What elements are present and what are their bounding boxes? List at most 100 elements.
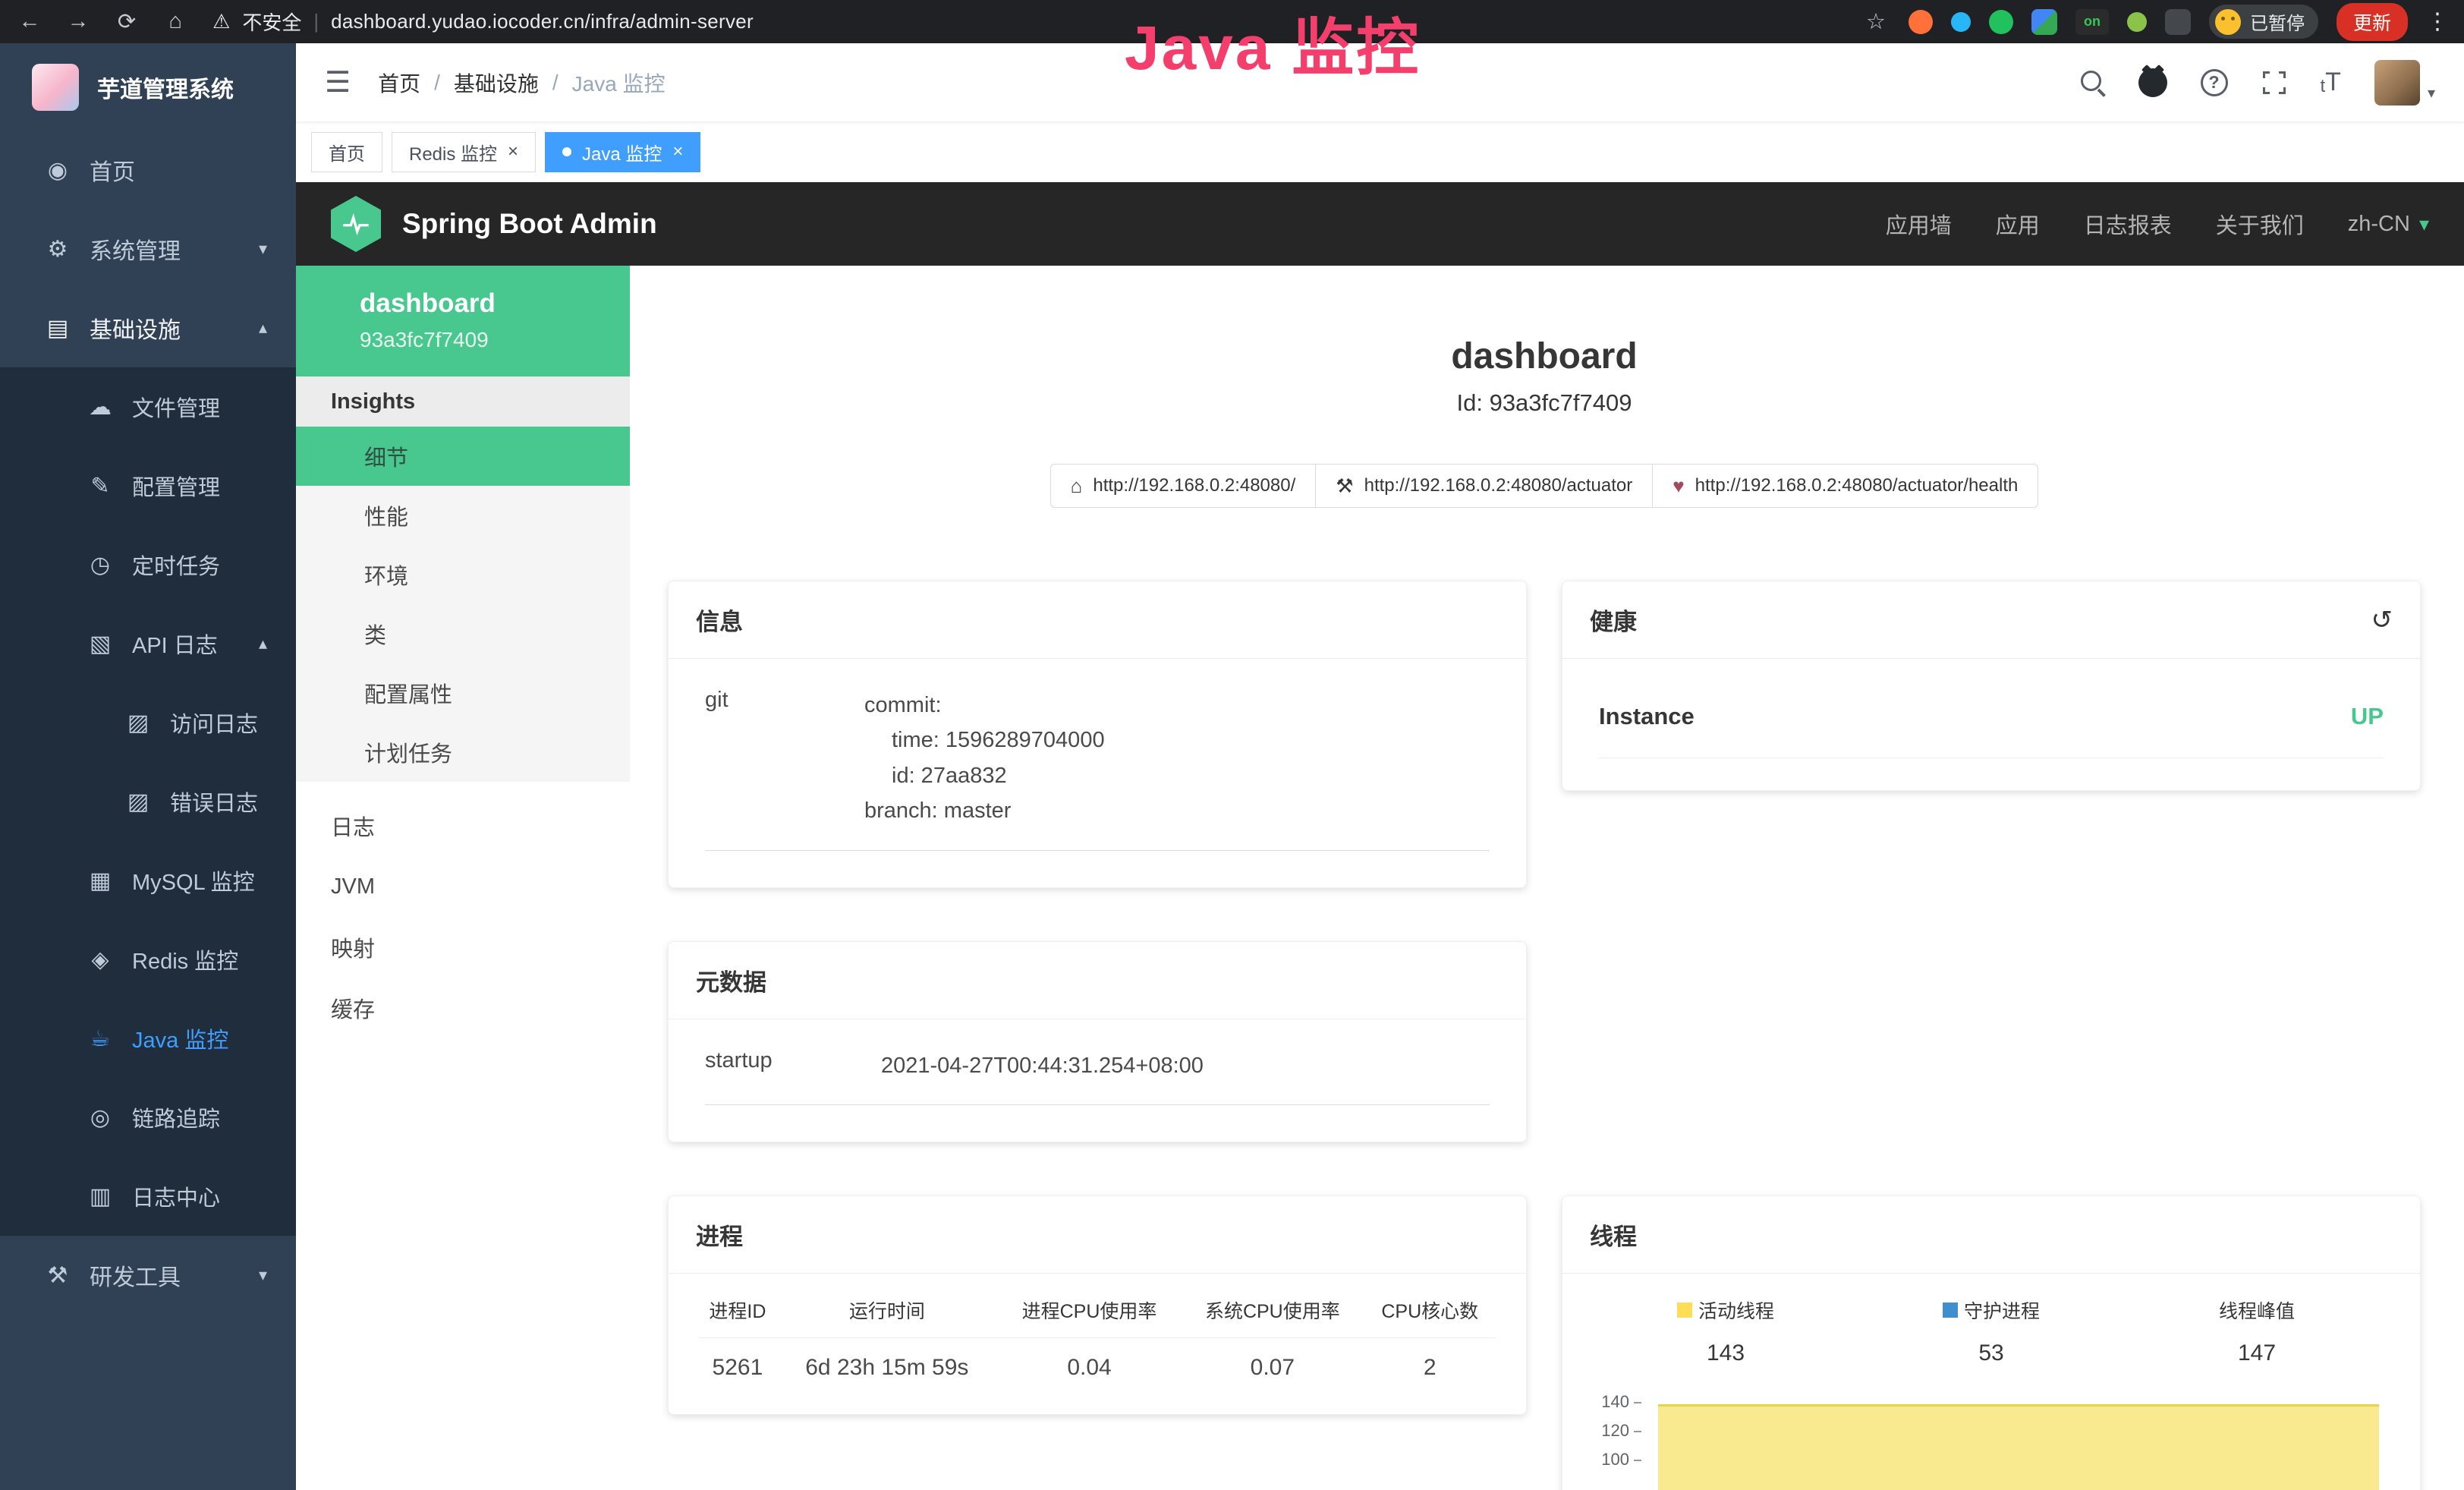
sidebar-item-api-logs[interactable]: ▧ API 日志 ▴ (0, 604, 296, 683)
tab-redis-monitor[interactable]: Redis 监控 × (392, 132, 536, 172)
forward-icon[interactable]: → (64, 9, 93, 34)
legend-square-daemon (1943, 1303, 1958, 1318)
threads-legend: 活动线程 143 守护进程 (1593, 1296, 2390, 1366)
extension-icon-leaf[interactable] (2127, 12, 2147, 32)
extension-icon-drop[interactable] (1951, 12, 1971, 32)
app-logo-row[interactable]: 芋道管理系统 (0, 43, 296, 131)
caret-down-icon: ▾ (2428, 83, 2435, 102)
security-label[interactable]: 不安全 (242, 8, 301, 36)
info-card-title: 信息 (696, 603, 743, 637)
link-url: http://192.168.0.2:48080/actuator/health (1695, 475, 2019, 496)
profile-paused-badge[interactable]: 已暂停 (2209, 5, 2318, 39)
tab-home[interactable]: 首页 (311, 132, 382, 172)
sidebar-item-label: 首页 (90, 153, 135, 187)
legend-daemon-label: 守护进程 (1964, 1296, 2040, 1324)
sba-item-metrics[interactable]: 性能 (296, 486, 630, 545)
tab-label: 首页 (329, 139, 365, 165)
heart-icon: ♥ (1673, 474, 1684, 498)
fullscreen-icon[interactable] (2261, 70, 2287, 96)
url-text[interactable]: dashboard.yudao.iocoder.cn/infra/admin-s… (331, 10, 754, 33)
breadcrumb-home[interactable]: 首页 (378, 68, 420, 98)
hamburger-icon[interactable]: ☰ (325, 65, 351, 99)
breadcrumb-infrastructure[interactable]: 基础设施 (454, 68, 539, 98)
address-bar[interactable]: ⚠ 不安全 | dashboard.yudao.iocoder.cn/infra… (212, 8, 1851, 36)
threads-area-series (1658, 1404, 2379, 1490)
sidebar-item-mysql-monitor[interactable]: ▦ MySQL 监控 (0, 841, 296, 920)
extension-icon-green[interactable] (1989, 10, 2013, 34)
sba-nav-journal[interactable]: 日志报表 (2084, 208, 2172, 240)
sba-item-logs[interactable]: 日志 (296, 795, 630, 856)
process-card-title: 进程 (696, 1218, 743, 1252)
github-icon[interactable] (2138, 68, 2167, 97)
tab-java-monitor[interactable]: Java 监控 × (545, 132, 700, 172)
sidebar-item-dev-tools[interactable]: ⚒ 研发工具 ▾ (0, 1236, 296, 1315)
sba-root-menu: 日志 JVM 映射 缓存 (296, 795, 630, 1038)
sidebar-item-access-logs[interactable]: ▨ 访问日志 (0, 683, 296, 762)
sba-item-jvm[interactable]: JVM (296, 856, 630, 917)
sba-item-details[interactable]: 细节 (296, 427, 630, 486)
sba-item-scheduled-tasks[interactable]: 计划任务 (296, 723, 630, 782)
sba-nav-about[interactable]: 关于我们 (2216, 208, 2304, 240)
font-size-icon[interactable] (2321, 68, 2341, 97)
extension-icon-grid[interactable] (2031, 9, 2057, 35)
extensions-puzzle-icon[interactable] (2165, 9, 2191, 35)
sidebar-item-home[interactable]: ◉ 首页 (0, 131, 296, 209)
breadcrumb-current: Java 监控 (572, 68, 666, 98)
y-tick-120: 120 (1593, 1421, 1641, 1441)
sba-menu-insights-header: Insights (296, 376, 630, 427)
sidebar-item-infrastructure[interactable]: ▤ 基础设施 ▴ (0, 288, 296, 367)
locale-selector[interactable]: zh-CN ▾ (2348, 212, 2429, 237)
tags-view-bar: 首页 Redis 监控 × Java 监控 × (296, 121, 2464, 182)
close-icon[interactable]: × (508, 143, 518, 161)
extension-icon-fox[interactable] (1909, 10, 1933, 34)
y-tick-140: 140 (1593, 1392, 1641, 1412)
update-button[interactable]: 更新 (2337, 3, 2408, 41)
sba-sidebar: dashboard 93a3fc7f7409 Insights 细节 性能 环境… (296, 266, 630, 1490)
back-icon[interactable]: ← (15, 9, 44, 34)
sba-brand-title[interactable]: Spring Boot Admin (402, 208, 657, 240)
link-home-url[interactable]: ⌂ http://192.168.0.2:48080/ (1050, 464, 1317, 508)
link-url: http://192.168.0.2:48080/ (1093, 475, 1295, 496)
history-icon[interactable]: ↺ (2371, 605, 2393, 635)
help-icon[interactable] (2201, 69, 2228, 96)
threads-peak-value: 147 (2124, 1340, 2390, 1366)
close-icon[interactable]: × (672, 143, 683, 161)
sba-item-environment[interactable]: 环境 (296, 545, 630, 604)
sba-nav-applications[interactable]: 应用 (1996, 208, 2040, 240)
reload-icon[interactable]: ⟳ (112, 8, 141, 35)
link-health-url[interactable]: ♥ http://192.168.0.2:48080/actuator/heal… (1653, 464, 2038, 508)
sba-item-mappings[interactable]: 映射 (296, 917, 630, 978)
browser-menu-icon[interactable]: ⋮ (2426, 8, 2449, 35)
instance-id: 93a3fc7f7409 (360, 328, 630, 352)
sidebar-item-tracing[interactable]: ◎ 链路追踪 (0, 1078, 296, 1157)
sidebar-item-redis-monitor[interactable]: ◈ Redis 监控 (0, 920, 296, 999)
sidebar-item-system[interactable]: ⚙ 系统管理 ▾ (0, 209, 296, 288)
sba-item-classes[interactable]: 类 (296, 604, 630, 663)
health-instance-row[interactable]: Instance UP (1599, 703, 2384, 758)
sidebar-item-file-management[interactable]: ☁ 文件管理 (0, 367, 296, 446)
sba-item-caches[interactable]: 缓存 (296, 978, 630, 1038)
legend-peak-label: 线程峰值 (2219, 1296, 2295, 1324)
chevron-up-icon: ▴ (259, 634, 267, 654)
extension-icon-on-badge[interactable]: on (2075, 9, 2109, 35)
sidebar-item-log-center[interactable]: ▥ 日志中心 (0, 1157, 296, 1236)
sba-nav-wallboard[interactable]: 应用墙 (1886, 208, 1952, 240)
sidebar-item-java-monitor[interactable]: ☕ Java 监控 (0, 999, 296, 1078)
threads-chart: 140 120 100 (1593, 1392, 2390, 1490)
bookmark-star-icon[interactable]: ☆ (1861, 8, 1890, 35)
app-sidebar: 芋道管理系统 ◉ 首页 ⚙ 系统管理 ▾ ▤ 基础设施 ▴ ☁ 文件管理 ✎ 配… (0, 43, 296, 1490)
active-tab-dot (562, 147, 571, 156)
link-actuator-url[interactable]: ⚒ http://192.168.0.2:48080/actuator (1316, 464, 1653, 508)
process-table: 进程ID 运行时间 进程CPU使用率 系统CPU使用率 CPU核心数 (699, 1296, 1496, 1381)
user-menu[interactable]: ▾ (2374, 60, 2435, 106)
sba-item-config-props[interactable]: 配置属性 (296, 663, 630, 723)
sidebar-item-error-logs[interactable]: ▨ 错误日志 (0, 762, 296, 841)
search-icon[interactable] (2081, 71, 2105, 95)
instance-header[interactable]: dashboard 93a3fc7f7409 (296, 266, 630, 376)
sidebar-item-config-management[interactable]: ✎ 配置管理 (0, 446, 296, 525)
database-icon: ◈ (85, 947, 115, 973)
breadcrumb-separator: / (552, 71, 559, 95)
browser-home-icon[interactable]: ⌂ (161, 9, 190, 34)
threads-card: 线程 活动线程 143 (1562, 1195, 2421, 1490)
sidebar-item-scheduled-jobs[interactable]: ◷ 定时任务 (0, 525, 296, 604)
